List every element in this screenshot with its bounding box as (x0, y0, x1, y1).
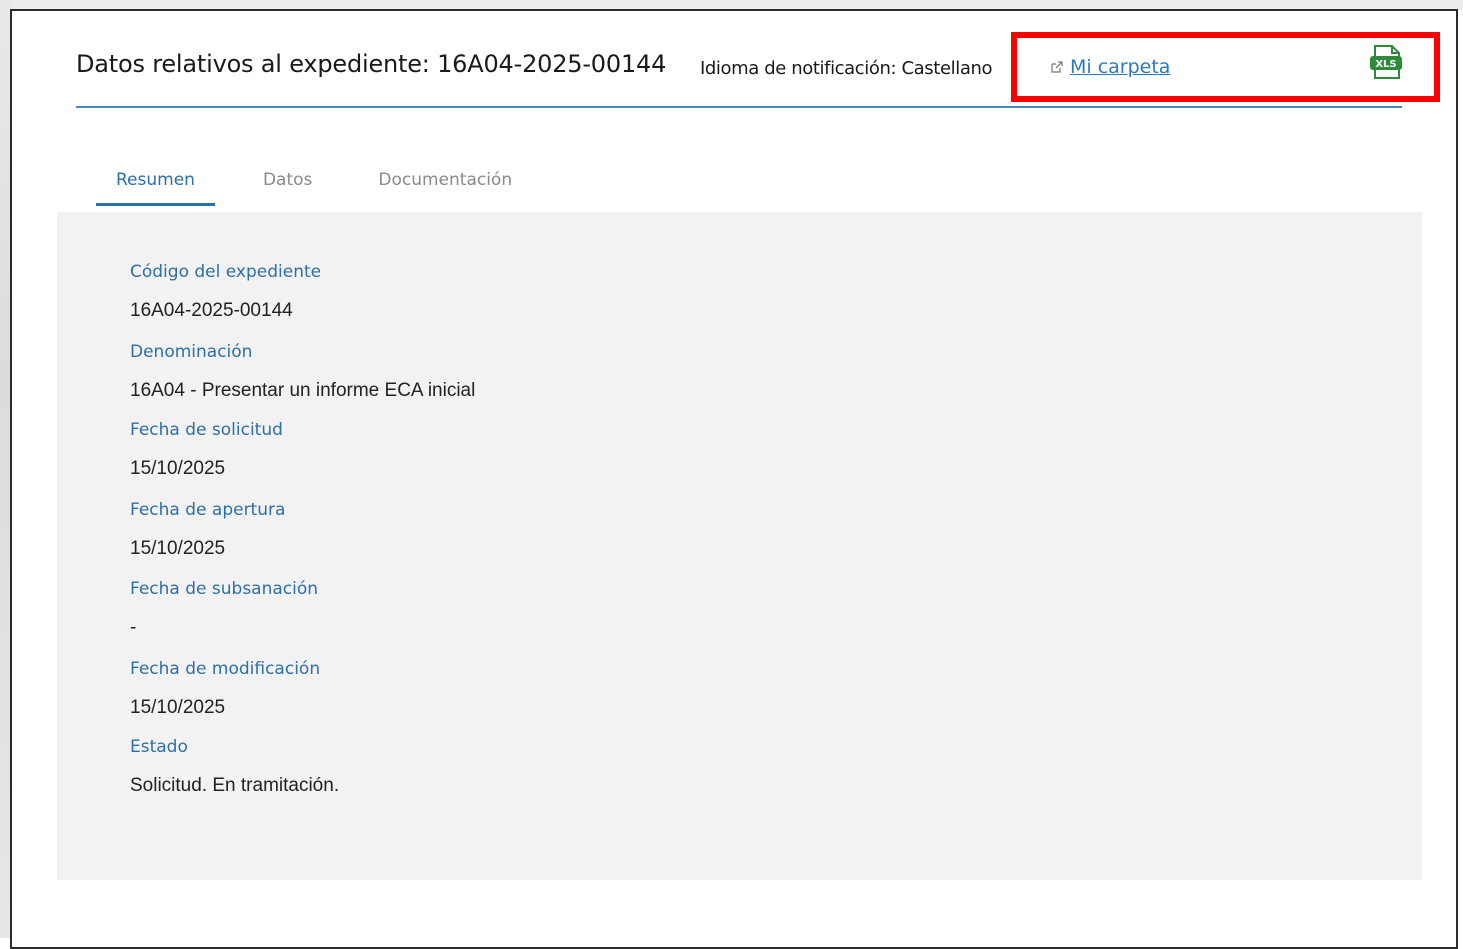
field-label-estado: Estado (130, 737, 188, 757)
field-label-fecha-solicitud: Fecha de solicitud (130, 420, 283, 440)
field-label-fecha-modificacion: Fecha de modificación (130, 659, 321, 679)
external-link-icon (1051, 61, 1063, 73)
field-value-fecha-solicitud: 15/10/2025 (130, 458, 226, 479)
field-label-codigo: Código del expediente (130, 262, 322, 282)
field-value-fecha-apertura: 15/10/2025 (130, 538, 226, 559)
tab-datos[interactable]: Datos (243, 164, 332, 206)
notification-language: Idioma de notificación: Castellano (700, 58, 993, 79)
field-value-estado: Solicitud. En tramitación. (130, 775, 340, 796)
xls-icon-text: XLS (1375, 59, 1396, 70)
page-title: Datos relativos al expediente: 16A04-202… (76, 50, 667, 78)
field-value-fecha-modificacion: 15/10/2025 (130, 697, 226, 718)
xls-export-icon[interactable]: XLS (1368, 44, 1404, 80)
mi-carpeta-label: Mi carpeta (1070, 56, 1171, 78)
tab-resumen[interactable]: Resumen (96, 164, 215, 206)
tab-documentacion[interactable]: Documentación (358, 164, 532, 206)
field-label-fecha-apertura: Fecha de apertura (130, 500, 286, 520)
field-value-denominacion: 16A04 - Presentar un informe ECA inicial (130, 380, 476, 401)
field-label-denominacion: Denominación (130, 342, 253, 362)
field-label-fecha-subsanacion: Fecha de subsanación (130, 579, 319, 599)
field-value-fecha-subsanacion: - (130, 617, 137, 638)
mi-carpeta-link[interactable]: Mi carpeta (1050, 56, 1170, 78)
summary-content: Código del expediente 16A04-2025-00144 D… (57, 212, 1422, 880)
tab-bar: Resumen Datos Documentación (96, 164, 532, 206)
field-value-codigo: 16A04-2025-00144 (130, 300, 293, 321)
